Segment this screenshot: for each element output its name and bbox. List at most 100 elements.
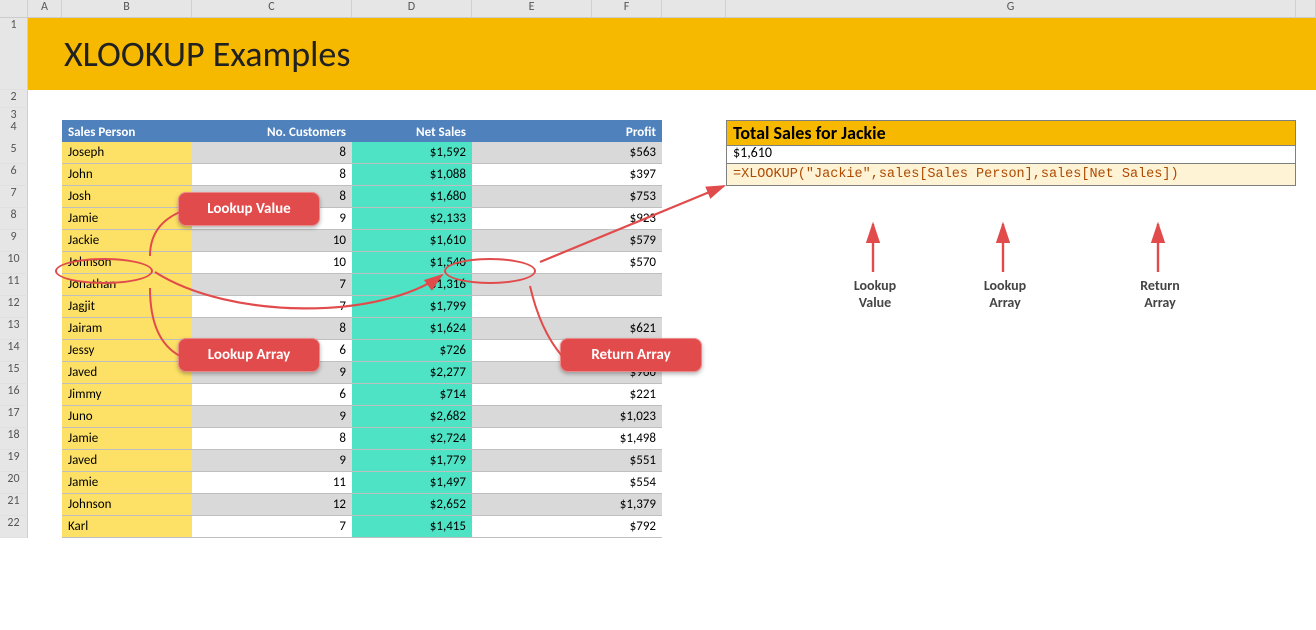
cell-profit[interactable]: $1,023: [592, 406, 662, 428]
cell-no-customers[interactable]: 8: [192, 318, 352, 340]
cell-profit[interactable]: [592, 274, 662, 296]
cell-profit[interactable]: $1,498: [592, 428, 662, 450]
row-15[interactable]: 15: [0, 362, 28, 384]
cell-sales-person[interactable]: Javed: [62, 362, 192, 384]
cell-no-customers[interactable]: 12: [192, 494, 352, 516]
cell-net-sales[interactable]: $2,277: [352, 362, 472, 384]
cell-profit[interactable]: $1,379: [592, 494, 662, 516]
cell-profit[interactable]: [592, 296, 662, 318]
row-12[interactable]: 12: [0, 296, 28, 318]
cell-no-customers[interactable]: 6: [192, 384, 352, 406]
col-g[interactable]: G: [726, 0, 1296, 17]
cell-no-customers[interactable]: 10: [192, 252, 352, 274]
row-18[interactable]: 18: [0, 428, 28, 450]
col-f[interactable]: F: [592, 0, 662, 17]
row-16[interactable]: 16: [0, 384, 28, 406]
ellipse-net: [444, 258, 536, 284]
cell-net-sales[interactable]: $1,610: [352, 230, 472, 252]
cell-net-sales[interactable]: $1,779: [352, 450, 472, 472]
cell-sales-person[interactable]: Jessy: [62, 340, 192, 362]
cell-no-customers[interactable]: 8: [192, 428, 352, 450]
result-formula[interactable]: =XLOOKUP("Jackie",sales[Sales Person],sa…: [726, 164, 1296, 186]
row-13[interactable]: 13: [0, 318, 28, 340]
cell-net-sales[interactable]: $1,088: [352, 164, 472, 186]
row-6[interactable]: 6: [0, 164, 28, 186]
cell-profit[interactable]: $570: [592, 252, 662, 274]
cell-sales-person[interactable]: Javed: [62, 450, 192, 472]
cell-sales-person[interactable]: Jamie: [62, 428, 192, 450]
cell-sales-person[interactable]: Jimmy: [62, 384, 192, 406]
cell-profit[interactable]: $563: [592, 142, 662, 164]
cell-net-sales[interactable]: $726: [352, 340, 472, 362]
cell-net-sales[interactable]: $1,415: [352, 516, 472, 538]
cell-no-customers[interactable]: 9: [192, 406, 352, 428]
row-22[interactable]: 22: [0, 516, 28, 538]
cell-no-customers[interactable]: 7: [192, 296, 352, 318]
row-10[interactable]: 10: [0, 252, 28, 274]
row-1[interactable]: 1: [0, 18, 28, 90]
cell-sales-person[interactable]: Johnson: [62, 494, 192, 516]
cell-no-customers[interactable]: 8: [192, 142, 352, 164]
cell-sales-person[interactable]: Jairam: [62, 318, 192, 340]
cell-no-customers[interactable]: 10: [192, 230, 352, 252]
cell-net-sales[interactable]: $714: [352, 384, 472, 406]
result-value[interactable]: $1,610: [726, 142, 1296, 164]
cell-profit[interactable]: $551: [592, 450, 662, 472]
cell-net-sales[interactable]: $1,592: [352, 142, 472, 164]
cell-no-customers[interactable]: 7: [192, 274, 352, 296]
cell-no-customers[interactable]: 11: [192, 472, 352, 494]
row-19[interactable]: 19: [0, 450, 28, 472]
col-c[interactable]: C: [192, 0, 352, 17]
cell-sales-person[interactable]: Jamie: [62, 208, 192, 230]
cell-no-customers[interactable]: 9: [192, 450, 352, 472]
cell-sales-person[interactable]: John: [62, 164, 192, 186]
cell-profit[interactable]: $554: [592, 472, 662, 494]
col-a[interactable]: A: [28, 0, 62, 17]
cell-net-sales[interactable]: $1,624: [352, 318, 472, 340]
cell-net-sales[interactable]: $2,652: [352, 494, 472, 516]
row-5[interactable]: 5: [0, 142, 28, 164]
row-20[interactable]: 20: [0, 472, 28, 494]
callout-return-array: Return Array: [560, 338, 702, 372]
callout-lookup-array: Lookup Array: [178, 338, 320, 372]
row-8[interactable]: 8: [0, 208, 28, 230]
row-11[interactable]: 11: [0, 274, 28, 296]
ellipse-jackie: [55, 258, 153, 284]
cell-no-customers[interactable]: 7: [192, 516, 352, 538]
cell-profit[interactable]: $621: [592, 318, 662, 340]
cell-sales-person[interactable]: Jackie: [62, 230, 192, 252]
cell-no-customers[interactable]: 8: [192, 164, 352, 186]
row-7[interactable]: 7: [0, 186, 28, 208]
cell-profit[interactable]: $753: [592, 186, 662, 208]
cell-net-sales[interactable]: $1,680: [352, 186, 472, 208]
cell-sales-person[interactable]: Josh: [62, 186, 192, 208]
cell-sales-person[interactable]: Karl: [62, 516, 192, 538]
cell-net-sales[interactable]: $1,799: [352, 296, 472, 318]
callout-lookup-value: Lookup Value: [178, 192, 320, 226]
formula-label-lookup-array: LookupArray: [965, 278, 1045, 312]
cell-profit[interactable]: $579: [592, 230, 662, 252]
row-14[interactable]: 14: [0, 340, 28, 362]
cell-profit[interactable]: $923: [592, 208, 662, 230]
cell-net-sales[interactable]: $2,682: [352, 406, 472, 428]
row-9[interactable]: 9: [0, 230, 28, 252]
cell-net-sales[interactable]: $2,133: [352, 208, 472, 230]
cell-net-sales[interactable]: $1,497: [352, 472, 472, 494]
row-17[interactable]: 17: [0, 406, 28, 428]
col-d[interactable]: D: [352, 0, 472, 17]
cell-sales-person[interactable]: Joseph: [62, 142, 192, 164]
col-e[interactable]: E: [472, 0, 592, 17]
row-2[interactable]: 2: [0, 90, 28, 108]
cell-sales-person[interactable]: Jagjit: [62, 296, 192, 318]
cell-sales-person[interactable]: Juno: [62, 406, 192, 428]
row-21[interactable]: 21: [0, 494, 28, 516]
cell-net-sales[interactable]: $2,724: [352, 428, 472, 450]
cell-profit[interactable]: $792: [592, 516, 662, 538]
cell-profit[interactable]: $397: [592, 164, 662, 186]
formula-label-lookup-value: LookupValue: [835, 278, 915, 312]
column-headers: A B C D E F G: [0, 0, 1316, 18]
col-b[interactable]: B: [62, 0, 192, 17]
cell-sales-person[interactable]: Jamie: [62, 472, 192, 494]
cell-profit[interactable]: $221: [592, 384, 662, 406]
grid-body: 1 XLOOKUP Examples 2 3 4 Sales Person No…: [0, 18, 1316, 538]
